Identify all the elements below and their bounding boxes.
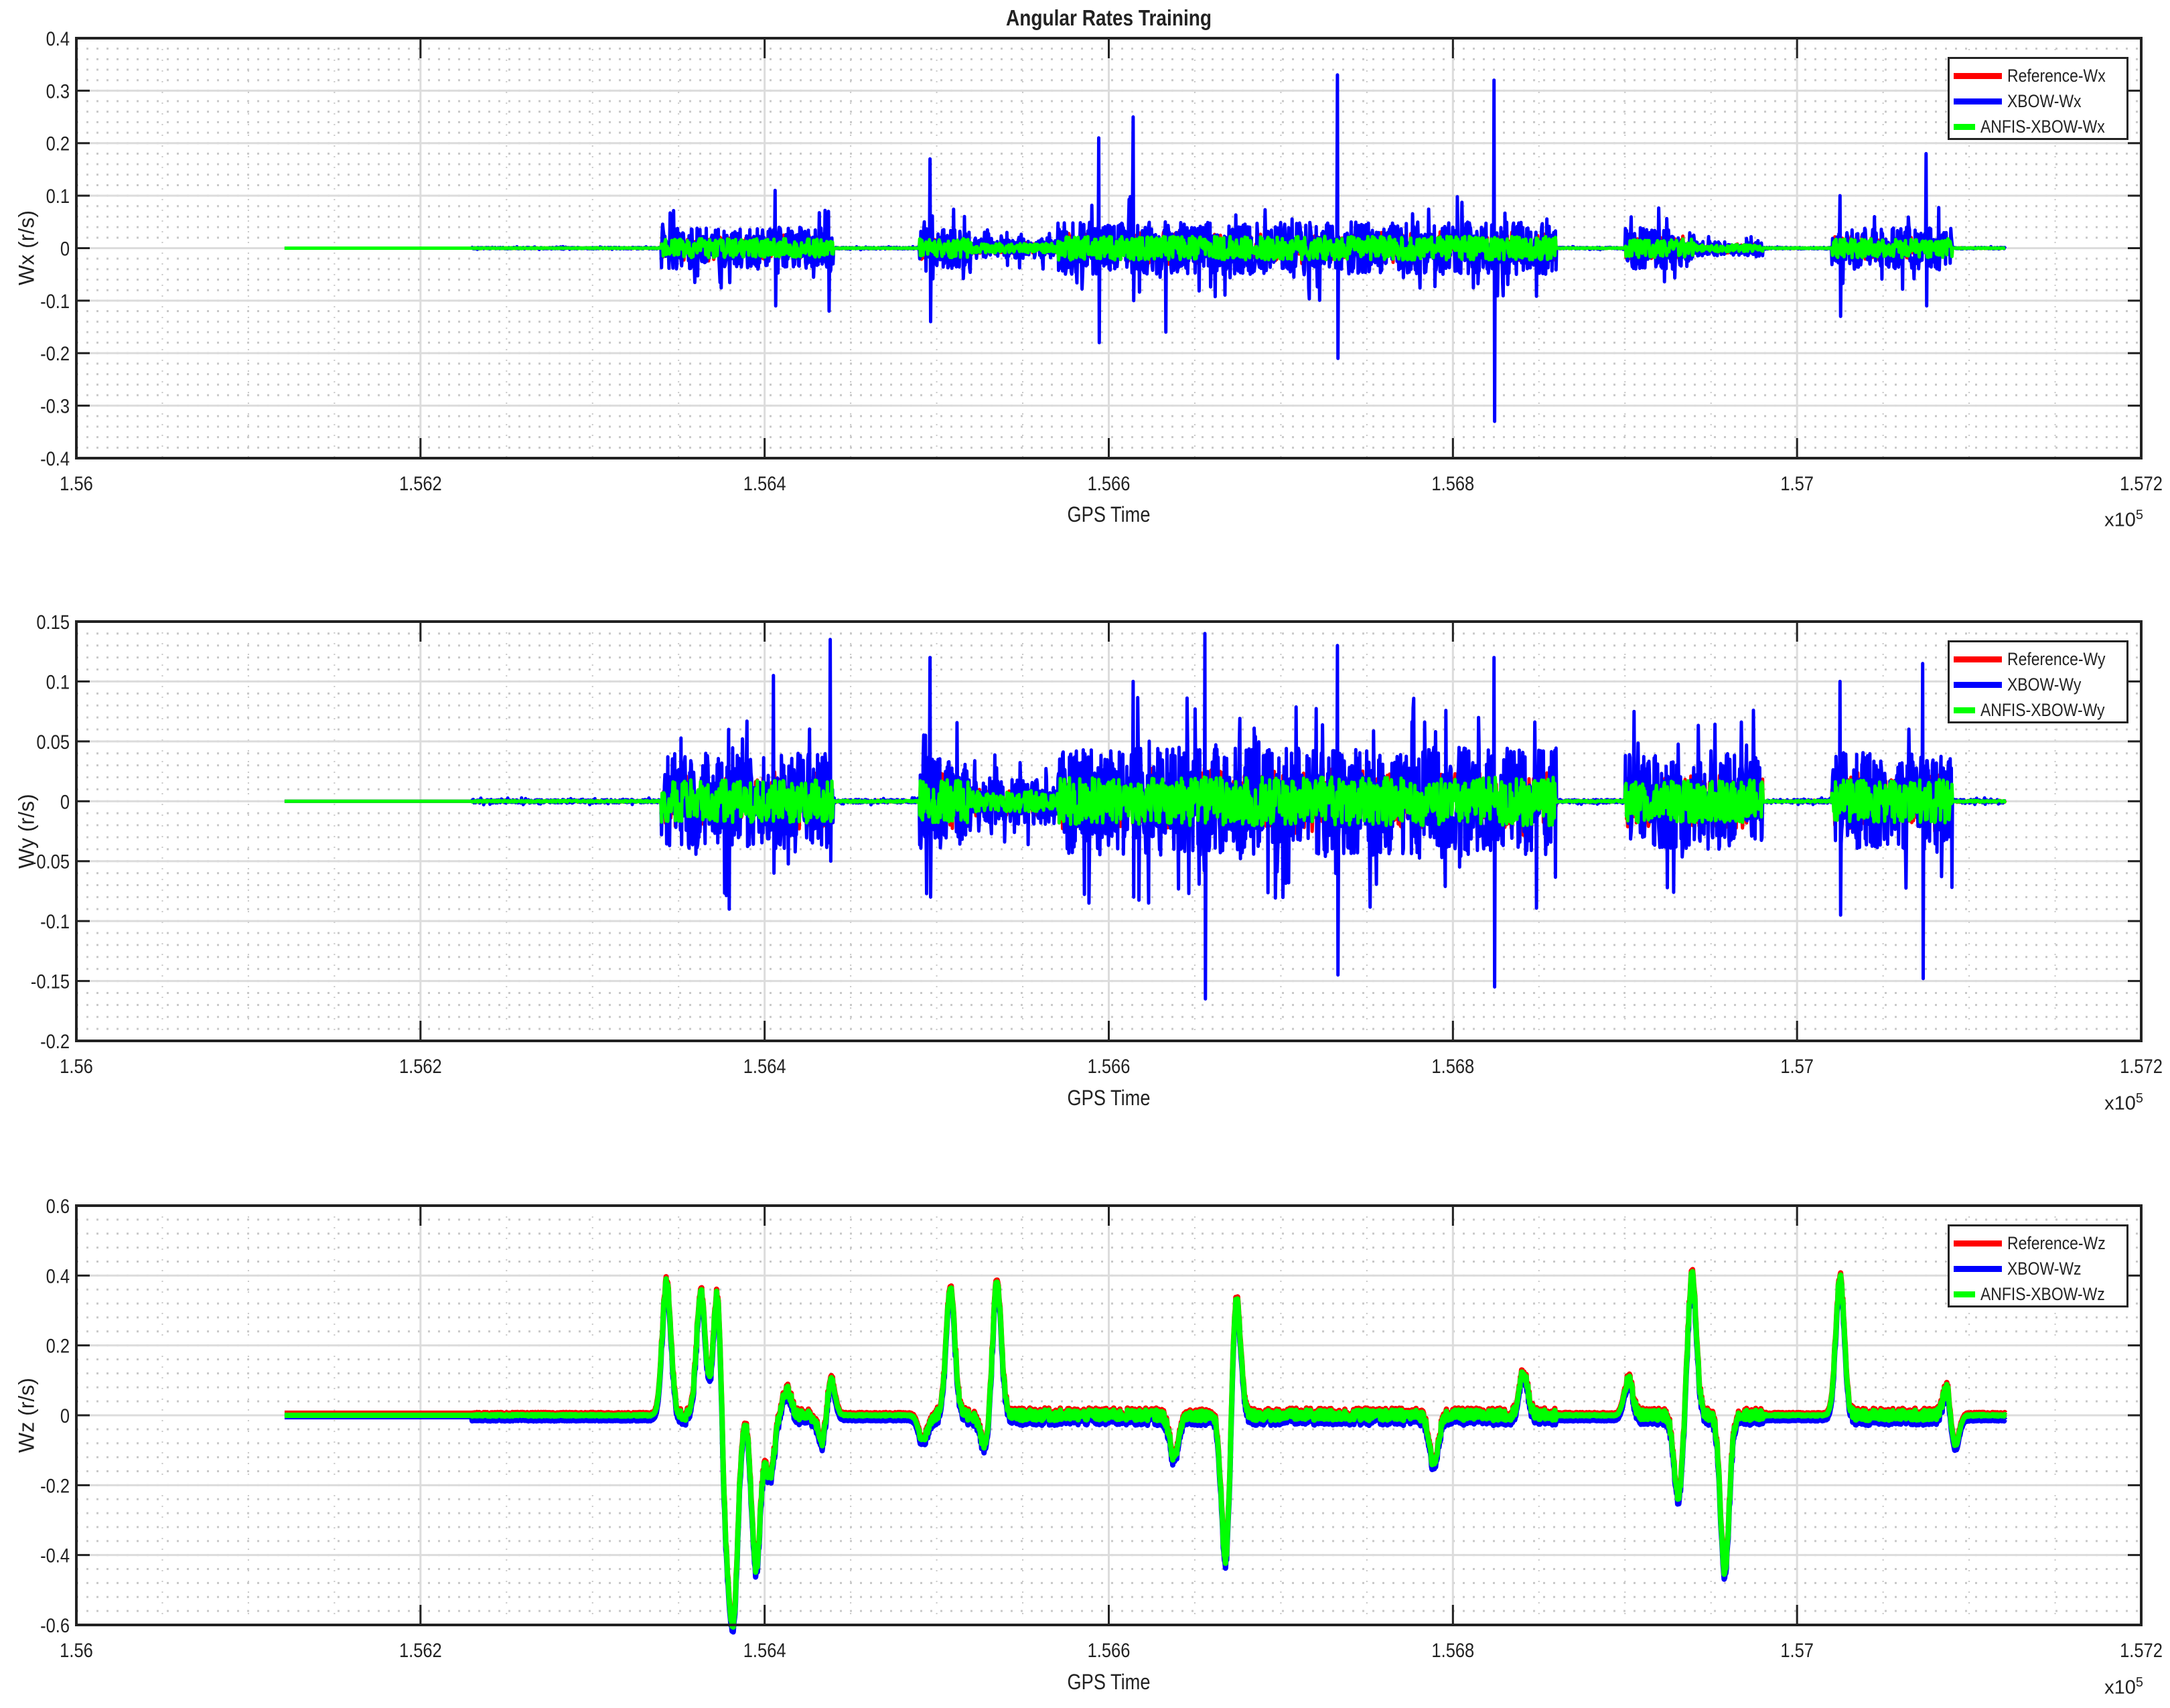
- y-axis-label-wy: Wy (r/s): [14, 794, 39, 869]
- legend-item-anfis: ANFIS-XBOW-Wx: [1950, 114, 2126, 139]
- y-tick-label: -0.1: [40, 290, 70, 312]
- x-exponent-base: x10: [2104, 509, 2136, 531]
- y-tick-label: 0: [60, 790, 70, 812]
- y-axis-label-wz: Wz (r/s): [14, 1378, 39, 1453]
- x-exponent-wy: x105: [2104, 1091, 2143, 1115]
- y-tick-label: -0.15: [31, 971, 70, 993]
- x-tick-label: 1.566: [1088, 1055, 1131, 1077]
- x-exponent-power: 5: [2135, 1091, 2143, 1106]
- x-tick-label: 1.564: [743, 472, 786, 494]
- legend-item-anfis: ANFIS-XBOW-Wz: [1950, 1281, 2126, 1307]
- y-tick-label: -0.1: [40, 910, 70, 932]
- legend-swatch-red: [1954, 72, 2002, 79]
- figure-canvas: 1.56 1.562 1.564 1.566 1.568 1.57 1.572 -0.4 -0.…: [31, 27, 2163, 1661]
- y-tick-label: 0.05: [36, 731, 70, 753]
- y-tick-label: -0.2: [40, 342, 70, 364]
- x-tick-label: 1.566: [1088, 472, 1131, 494]
- y-axis-label-wx: Wx (r/s): [14, 210, 39, 285]
- legend-label: XBOW-Wz: [2007, 1258, 2082, 1279]
- legend-label: XBOW-Wx: [2007, 90, 2082, 111]
- x-tick-label: 1.56: [60, 1639, 93, 1661]
- legend-label: ANFIS-XBOW-Wx: [1980, 116, 2105, 137]
- y-tick-label: 0.3: [46, 80, 70, 102]
- y-tick-label: 0.1: [46, 670, 70, 693]
- legend-item-xbow: XBOW-Wz: [1950, 1256, 2126, 1281]
- x-tick-label: 1.57: [1780, 472, 1814, 494]
- legend-swatch-red: [1954, 656, 2002, 662]
- x-tick-label: 1.566: [1088, 1639, 1131, 1661]
- legend-swatch-blue: [1954, 98, 2002, 104]
- x-exponent-wx: x105: [2104, 508, 2143, 532]
- legend-swatch-blue: [1954, 681, 2002, 688]
- legend-item-xbow: XBOW-Wx: [1950, 88, 2126, 114]
- y-tick-label: -0.4: [40, 1545, 70, 1567]
- legend-label: Reference-Wz: [2007, 1232, 2106, 1253]
- x-axis-label-wy: GPS Time: [1067, 1086, 1151, 1110]
- y-tick-label: 0.15: [36, 611, 70, 633]
- y-tick-label: 0.1: [46, 185, 70, 207]
- x-tick-label: 1.568: [1431, 472, 1474, 494]
- y-tick-label: -0.3: [40, 395, 70, 417]
- x-tick-label: 1.568: [1431, 1055, 1474, 1077]
- legend-item-anfis: ANFIS-XBOW-Wy: [1950, 697, 2126, 723]
- legend-swatch-red: [1954, 1240, 2002, 1247]
- y-tick-label: -0.2: [40, 1030, 70, 1052]
- legend-label: ANFIS-XBOW-Wz: [1980, 1283, 2105, 1304]
- y-tick-label: 0.2: [46, 133, 70, 155]
- x-tick-label: 1.568: [1431, 1639, 1474, 1661]
- x-tick-label: 1.572: [2120, 1639, 2163, 1661]
- legend-label: Reference-Wy: [2007, 648, 2106, 669]
- legend-item-reference: Reference-Wx: [1950, 63, 2126, 88]
- x-tick-label: 1.57: [1780, 1055, 1814, 1077]
- series-xbow-line: [282, 1273, 2008, 1635]
- y-tick-label: 0.4: [46, 27, 70, 50]
- legend-label: ANFIS-XBOW-Wy: [1980, 699, 2105, 720]
- legend-swatch-green: [1954, 123, 1975, 130]
- x-tick-label: 1.564: [743, 1055, 786, 1077]
- legend-label: Reference-Wx: [2007, 65, 2106, 86]
- series-anfis-line: [282, 1269, 2008, 1630]
- x-tick-label: 1.572: [2120, 1055, 2163, 1077]
- legend-swatch-green: [1954, 1291, 1975, 1297]
- y-tick-label: -0.2: [40, 1474, 70, 1496]
- y-tick-label: -0.4: [40, 447, 70, 470]
- x-tick-label: 1.562: [399, 1639, 442, 1661]
- legend-item-reference: Reference-Wy: [1950, 646, 2126, 672]
- legend-wx: Reference-Wx XBOW-Wx ANFIS-XBOW-Wx: [1948, 57, 2128, 140]
- x-tick-label: 1.572: [2120, 472, 2163, 494]
- series-reference-line: [282, 1267, 2008, 1628]
- y-tick-label: 0.6: [46, 1195, 70, 1217]
- x-tick-label: 1.57: [1780, 1639, 1814, 1661]
- x-tick-label: 1.564: [743, 1639, 786, 1661]
- x-tick-label: 1.56: [60, 472, 93, 494]
- x-tick-label: 1.562: [399, 472, 442, 494]
- x-tick-label: 1.562: [399, 1055, 442, 1077]
- legend-swatch-blue: [1954, 1265, 2002, 1272]
- legend-swatch-green: [1954, 707, 1975, 713]
- legend-label: XBOW-Wy: [2007, 674, 2082, 695]
- y-tick-label: -0.6: [40, 1614, 70, 1636]
- legend-item-reference: Reference-Wz: [1950, 1230, 2126, 1256]
- legend-wy: Reference-Wy XBOW-Wy ANFIS-XBOW-Wy: [1948, 640, 2128, 723]
- x-exponent-power: 5: [2135, 508, 2143, 522]
- y-tick-label: 0: [60, 238, 70, 260]
- x-exponent-base: x10: [2104, 1092, 2136, 1115]
- x-tick-label: 1.56: [60, 1055, 93, 1077]
- x-axis-label-wz: GPS Time: [1067, 1670, 1151, 1694]
- x-exponent-base: x10: [2104, 1677, 2136, 1699]
- y-tick-label: 0.4: [46, 1265, 70, 1287]
- x-exponent-wz: x105: [2104, 1675, 2143, 1699]
- x-exponent-power: 5: [2135, 1675, 2143, 1690]
- legend-wz: Reference-Wz XBOW-Wz ANFIS-XBOW-Wz: [1948, 1224, 2128, 1307]
- legend-item-xbow: XBOW-Wy: [1950, 672, 2126, 697]
- y-tick-label: 0.2: [46, 1335, 70, 1357]
- y-tick-label: 0: [60, 1405, 70, 1427]
- x-axis-label-wx: GPS Time: [1067, 502, 1151, 526]
- figure-title: Angular Rates Training: [1005, 5, 1212, 30]
